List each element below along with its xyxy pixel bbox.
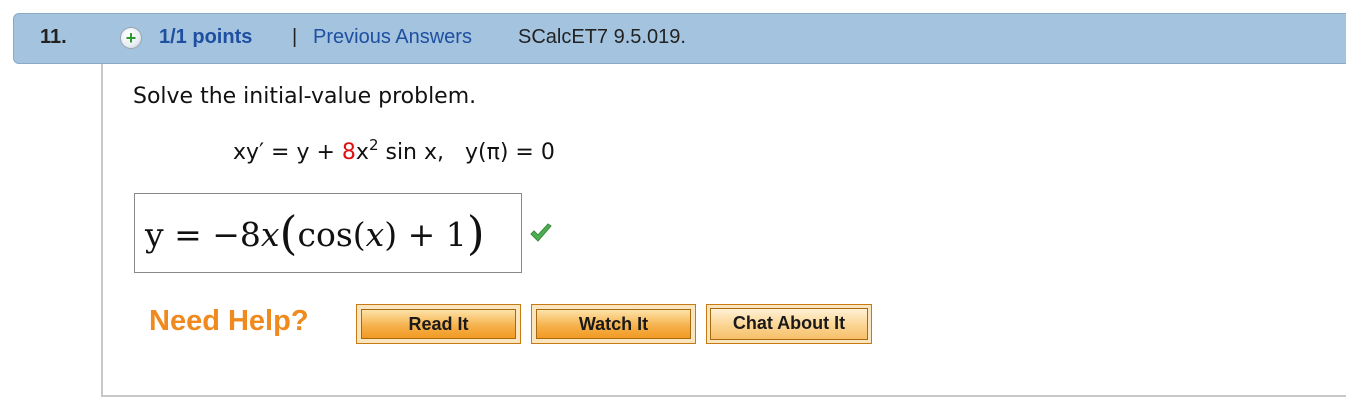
question-header: 11. + 1/1 points | Previous Answers SCal…: [13, 13, 1346, 64]
watch-it-button-label: Watch It: [536, 309, 691, 339]
read-it-button-label: Read It: [361, 309, 516, 339]
chat-about-it-button[interactable]: Chat About It: [706, 304, 872, 344]
answer-prefix: y = −8: [145, 215, 261, 254]
chat-about-it-button-label: Chat About It: [710, 308, 868, 340]
answer-cos-close: ) + 1: [384, 215, 467, 254]
answer-box[interactable]: y = −8x(cos(x) + 1): [134, 193, 522, 273]
answer-arg: x: [365, 215, 385, 254]
plus-icon-glyph: +: [125, 28, 137, 48]
points-link[interactable]: 1/1 points: [159, 26, 252, 49]
answer-x: x: [260, 215, 280, 254]
previous-answers-link[interactable]: Previous Answers: [313, 26, 472, 49]
question-number: 11.: [40, 26, 67, 48]
answer-close-paren: ): [466, 206, 485, 260]
equation-x: x: [355, 140, 369, 165]
answer-cos-open: cos(: [297, 215, 366, 254]
equation-coefficient: 8: [341, 140, 356, 165]
equation-right: sin x, y(π) = 0: [378, 140, 555, 165]
equation-left: xy′ = y +: [233, 140, 342, 165]
read-it-button[interactable]: Read It: [356, 304, 521, 344]
need-help-label: Need Help?: [149, 305, 309, 337]
check-icon: [530, 223, 552, 242]
question-equation: xy′ = y + 8x2 sin x, y(π) = 0: [233, 136, 555, 165]
plus-icon: +: [120, 27, 142, 49]
question-instruction: Solve the initial-value problem.: [133, 84, 477, 109]
problem-code: SCalcET7 9.5.019.: [518, 26, 686, 48]
answer-open-paren: (: [279, 206, 298, 260]
watch-it-button[interactable]: Watch It: [531, 304, 696, 344]
header-separator: |: [292, 26, 298, 48]
